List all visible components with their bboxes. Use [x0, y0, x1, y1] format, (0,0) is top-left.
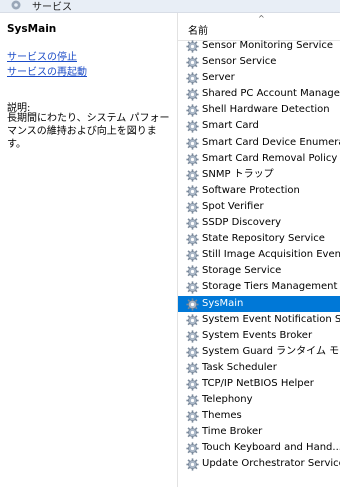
service-row-label: Shared PC Account Manager	[202, 88, 340, 100]
service-row[interactable]: System Guard ランタイム モニ...	[178, 344, 340, 360]
gear-icon	[186, 72, 199, 85]
extended-pane: SysMain サービスの停止 サービスの再起動 説明: 長期間にわたり、システ…	[0, 13, 177, 487]
gear-icon	[186, 249, 199, 262]
gear-icon	[186, 217, 199, 230]
service-row[interactable]: Spot Verifier	[178, 199, 340, 215]
gear-icon	[186, 104, 199, 117]
gear-icon	[186, 442, 199, 455]
service-row-label: Still Image Acquisition Events	[202, 249, 340, 261]
gear-icon	[186, 410, 199, 423]
gear-icon	[186, 56, 199, 69]
service-row[interactable]: Smart Card Device Enumera...	[178, 135, 340, 151]
service-row-label: SSDP Discovery	[202, 217, 282, 229]
service-row[interactable]: Software Protection	[178, 183, 340, 199]
service-row[interactable]: Still Image Acquisition Events	[178, 247, 340, 263]
service-row[interactable]: Touch Keyboard and Hand...	[178, 440, 340, 456]
service-row-label: System Events Broker	[202, 329, 313, 341]
restart-service-link[interactable]: サービスの再起動	[7, 63, 87, 78]
service-row[interactable]: System Events Broker	[178, 328, 340, 344]
gear-icon	[186, 394, 199, 407]
service-row[interactable]: Shared PC Account Manager	[178, 86, 340, 102]
service-row-label: Spot Verifier	[202, 200, 264, 212]
service-list-pane: ^ 名前 Sensor Monitoring Service Sensor Ser…	[177, 13, 340, 487]
service-row[interactable]: Smart Card Removal Policy	[178, 151, 340, 167]
gear-icon	[186, 185, 199, 198]
service-row[interactable]: Telephony	[178, 392, 340, 408]
gear-icon	[186, 169, 199, 182]
gear-icon	[186, 346, 199, 359]
service-row[interactable]: SSDP Discovery	[178, 215, 340, 231]
gear-icon	[186, 88, 199, 101]
gear-icon	[186, 40, 199, 53]
service-row-label: Themes	[202, 410, 242, 422]
service-row[interactable]: Shell Hardware Detection	[178, 102, 340, 118]
gear-icon	[186, 297, 199, 311]
service-row[interactable]: Server	[178, 70, 340, 86]
service-row[interactable]: Themes	[178, 408, 340, 424]
service-row-label: System Guard ランタイム モニ...	[202, 345, 340, 357]
column-header-name[interactable]: ^ 名前	[178, 13, 340, 41]
column-header-label: 名前	[188, 26, 208, 37]
service-row-label: TCP/IP NetBIOS Helper	[202, 377, 314, 389]
service-row-label: Software Protection	[202, 184, 300, 196]
service-row[interactable]: Time Broker	[178, 424, 340, 440]
service-row[interactable]: SNMP トラップ	[178, 167, 340, 183]
service-row-label: Smart Card	[202, 120, 259, 132]
service-row-label: System Event Notification S...	[202, 313, 340, 325]
gear-icon	[186, 201, 199, 214]
gear-icon	[186, 362, 199, 375]
gear-icon	[186, 314, 199, 327]
gear-icon	[186, 378, 199, 391]
service-row[interactable]: Sensor Service	[178, 54, 340, 70]
service-row-label: Update Orchestrator Service	[202, 458, 340, 470]
title-bar: サービス	[0, 0, 340, 13]
gear-icon	[186, 120, 199, 134]
gear-icon	[186, 265, 199, 278]
service-row-label: Task Scheduler	[202, 361, 277, 373]
service-row[interactable]: TCP/IP NetBIOS Helper	[178, 376, 340, 392]
service-row-label: Smart Card Removal Policy	[202, 152, 338, 164]
gear-icon	[186, 426, 199, 439]
gear-icon	[186, 281, 199, 294]
stop-service-link[interactable]: サービスの停止	[7, 48, 77, 63]
service-name-title: SysMain	[7, 23, 57, 35]
gear-icon	[186, 458, 199, 472]
window-title: サービス	[32, 2, 72, 13]
service-row[interactable]: Task Scheduler	[178, 360, 340, 376]
service-row-label: Sensor Monitoring Service	[202, 40, 334, 51]
service-row-label: Storage Service	[202, 265, 282, 277]
service-list: Sensor Monitoring Service Sensor Service S…	[178, 38, 340, 473]
service-row-label: SysMain	[202, 297, 244, 309]
service-row[interactable]: System Event Notification S...	[178, 312, 340, 328]
gear-icon	[186, 330, 199, 343]
service-row[interactable]: SysMain	[178, 295, 340, 312]
service-row[interactable]: Storage Tiers Management	[178, 279, 340, 295]
service-row-label: SNMP トラップ	[202, 168, 274, 180]
gear-icon	[11, 0, 21, 10]
service-row[interactable]: Smart Card	[178, 118, 340, 134]
service-row[interactable]: Storage Service	[178, 263, 340, 279]
description-text: 長期間にわたり、システム パフォーマンスの維持および向上を図ります。	[7, 113, 170, 150]
service-row-label: Telephony	[202, 394, 253, 406]
gear-icon	[186, 136, 199, 150]
gear-icon	[186, 153, 199, 166]
service-row[interactable]: Update Orchestrator Service	[178, 456, 340, 472]
sort-ascending-icon: ^	[258, 14, 265, 23]
service-row-label: State Repository Service	[202, 233, 325, 245]
service-row-label: Time Broker	[202, 426, 263, 438]
service-row[interactable]: Sensor Monitoring Service	[178, 38, 340, 54]
service-row-label: Sensor Service	[202, 56, 277, 68]
service-row-label: Storage Tiers Management	[202, 281, 338, 293]
gear-icon	[186, 233, 199, 246]
service-row-label: Touch Keyboard and Hand...	[202, 442, 340, 454]
service-row-label: Smart Card Device Enumera...	[202, 136, 340, 148]
service-row-label: Shell Hardware Detection	[202, 104, 330, 116]
service-row-label: Server	[202, 72, 235, 84]
service-row[interactable]: State Repository Service	[178, 231, 340, 247]
